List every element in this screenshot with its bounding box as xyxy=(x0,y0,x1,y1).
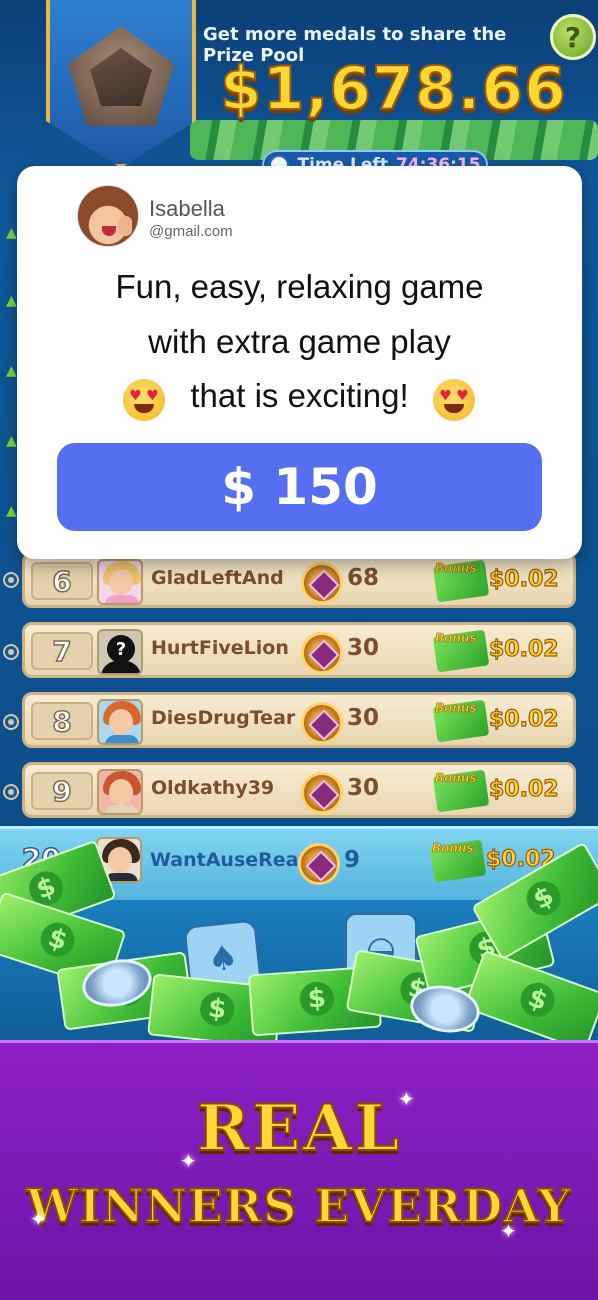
row-marker-icon xyxy=(3,572,19,588)
player-avatar xyxy=(97,699,143,745)
medal-icon xyxy=(301,632,343,674)
medal-count: 30 xyxy=(347,775,380,801)
avatar-body xyxy=(105,735,139,743)
avatar-face xyxy=(109,709,133,735)
avatar-body xyxy=(105,595,139,603)
player-name: DiesDrugTear xyxy=(151,707,296,729)
player-avatar xyxy=(97,559,143,605)
heart-eye: ♥ xyxy=(146,388,159,404)
avatar-hand xyxy=(118,216,132,236)
rank-number: 9 xyxy=(31,772,93,810)
player-avatar xyxy=(97,769,143,815)
leaderboard-row[interactable]: 9 Oldkathy39 30 Bonus $0.02 xyxy=(22,762,576,818)
row-marker-icon xyxy=(3,644,19,660)
medal-icon xyxy=(301,562,343,604)
bonus-value: $0.02 xyxy=(488,706,559,732)
medal-shield-badge xyxy=(46,0,196,168)
bonus-label: Bonus xyxy=(435,561,477,576)
heart-eye: ♥ xyxy=(129,388,142,404)
heart-eye: ♥ xyxy=(456,388,469,404)
heart-eye: ♥ xyxy=(439,388,452,404)
review-card: Isabella @gmail.com Fun, easy, relaxing … xyxy=(17,166,582,559)
reviewer-name: Isabella xyxy=(149,196,225,221)
bonus-value: $0.02 xyxy=(488,636,559,662)
review-text-line: that is exciting! xyxy=(190,377,409,414)
slogan-headline: REAL xyxy=(196,1090,402,1167)
reward-amount-button[interactable]: $ 150 xyxy=(57,443,542,531)
player-name: Oldkathy39 xyxy=(151,777,275,799)
player-name: GladLeftAnd xyxy=(151,567,284,589)
sparkle-icon: ✦ xyxy=(500,1219,517,1243)
heart-eyes-emoji-icon: ♥ ♥ xyxy=(123,379,165,421)
medal-count: 30 xyxy=(347,705,380,731)
avatar-face xyxy=(108,847,132,873)
leaderboard-row[interactable]: 7 ? HurtFiveLion 30 Bonus $0.02 xyxy=(22,622,576,678)
reviewer-email: @gmail.com xyxy=(149,223,233,240)
rank-number: 8 xyxy=(31,702,93,740)
pentagon-medal-icon xyxy=(68,26,174,126)
bonus-label: Bonus xyxy=(435,771,477,786)
sparkle-icon: ✦ xyxy=(30,1207,47,1231)
medal-icon xyxy=(301,772,343,814)
medal-count: 30 xyxy=(347,635,380,661)
bottom-nav-bar xyxy=(0,839,598,1053)
avatar-face xyxy=(109,569,133,595)
avatar-mouth xyxy=(102,226,116,236)
silhouette-shoulders xyxy=(101,661,141,673)
prize-pool-amount: $1,678.66 xyxy=(219,53,567,125)
slogan-panel: REAL WINNERS EVERDAY ✦ ✦ ✦ ✦ xyxy=(0,1040,598,1300)
sparkle-icon: ✦ xyxy=(398,1087,415,1111)
bonus-label: Bonus xyxy=(435,701,477,716)
player-name: HurtFiveLion xyxy=(151,637,289,659)
rank-number: 7 xyxy=(31,632,93,670)
emoji-smile xyxy=(134,404,154,413)
medal-count: 68 xyxy=(347,565,380,591)
review-text-line: with extra game play xyxy=(148,323,451,360)
reviewer-avatar xyxy=(77,185,139,247)
bonus-label: Bonus xyxy=(432,841,474,856)
heart-eyes-emoji-icon: ♥ ♥ xyxy=(433,379,475,421)
player-avatar-unknown: ? xyxy=(97,629,143,675)
medal-icon xyxy=(301,702,343,744)
bonus-label: Bonus xyxy=(435,631,477,646)
medal-icon xyxy=(298,843,340,885)
unknown-user-icon: ? xyxy=(107,635,135,663)
leaderboard-row[interactable]: 8 DiesDrugTear 30 Bonus $0.02 xyxy=(22,692,576,748)
bonus-value: $0.02 xyxy=(488,776,559,802)
leaderboard-row[interactable]: 6 GladLeftAnd 68 Bonus $0.02 xyxy=(22,552,576,608)
rank-number: 6 xyxy=(31,562,93,600)
review-text-line: Fun, easy, relaxing game xyxy=(115,268,484,305)
emoji-smile xyxy=(444,404,464,413)
medal-count: 9 xyxy=(344,847,361,873)
row-marker-icon xyxy=(3,714,19,730)
avatar-body xyxy=(105,805,139,813)
avatar-face xyxy=(109,779,133,805)
player-name: WantAuseReap xyxy=(150,849,300,871)
sparkle-icon: ✦ xyxy=(180,1149,197,1173)
bonus-value: $0.02 xyxy=(488,566,559,592)
row-marker-icon xyxy=(3,784,19,800)
